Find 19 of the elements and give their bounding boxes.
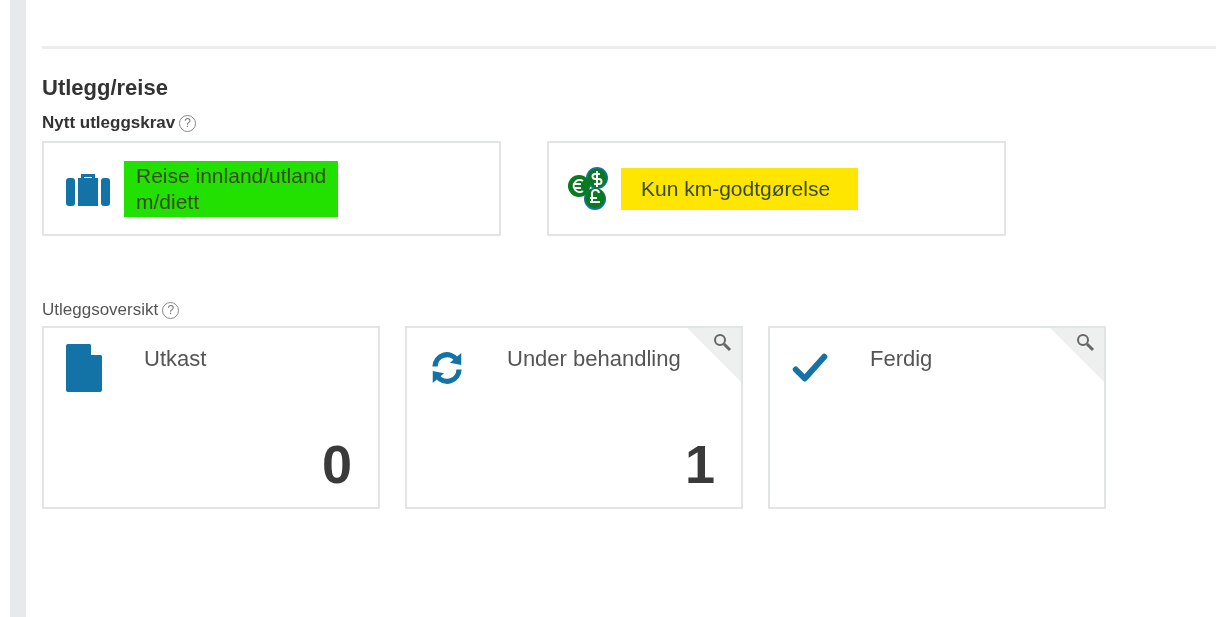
- claim-option[interactable]: Reise innland/utland m/diett: [42, 141, 501, 236]
- page-title: Utlegg/reise: [42, 75, 169, 101]
- status-card[interactable]: Utkast 0: [42, 326, 380, 509]
- status-card[interactable]: Under behandling 1: [405, 326, 743, 509]
- claim-option[interactable]: Kun km-godtgørelse: [547, 141, 1006, 236]
- option-label: Kun km-godtgørelse: [621, 167, 859, 210]
- option-label: Reise innland/utland m/diett: [124, 160, 339, 217]
- search-icon[interactable]: [1050, 328, 1104, 382]
- card-title: Ferdig: [870, 346, 933, 372]
- count: 1: [684, 433, 715, 495]
- count: 0: [321, 433, 352, 495]
- card-title: Under behandling: [507, 346, 681, 372]
- card-title: Utkast: [144, 346, 207, 372]
- status-card[interactable]: Ferdig: [768, 326, 1106, 509]
- document-icon: [66, 344, 102, 392]
- suitcase-icon: [66, 171, 110, 206]
- search-icon[interactable]: [687, 328, 741, 382]
- section-title: Nytt utleggskrav: [42, 113, 176, 133]
- section-title: Utleggsoversikt: [42, 300, 159, 320]
